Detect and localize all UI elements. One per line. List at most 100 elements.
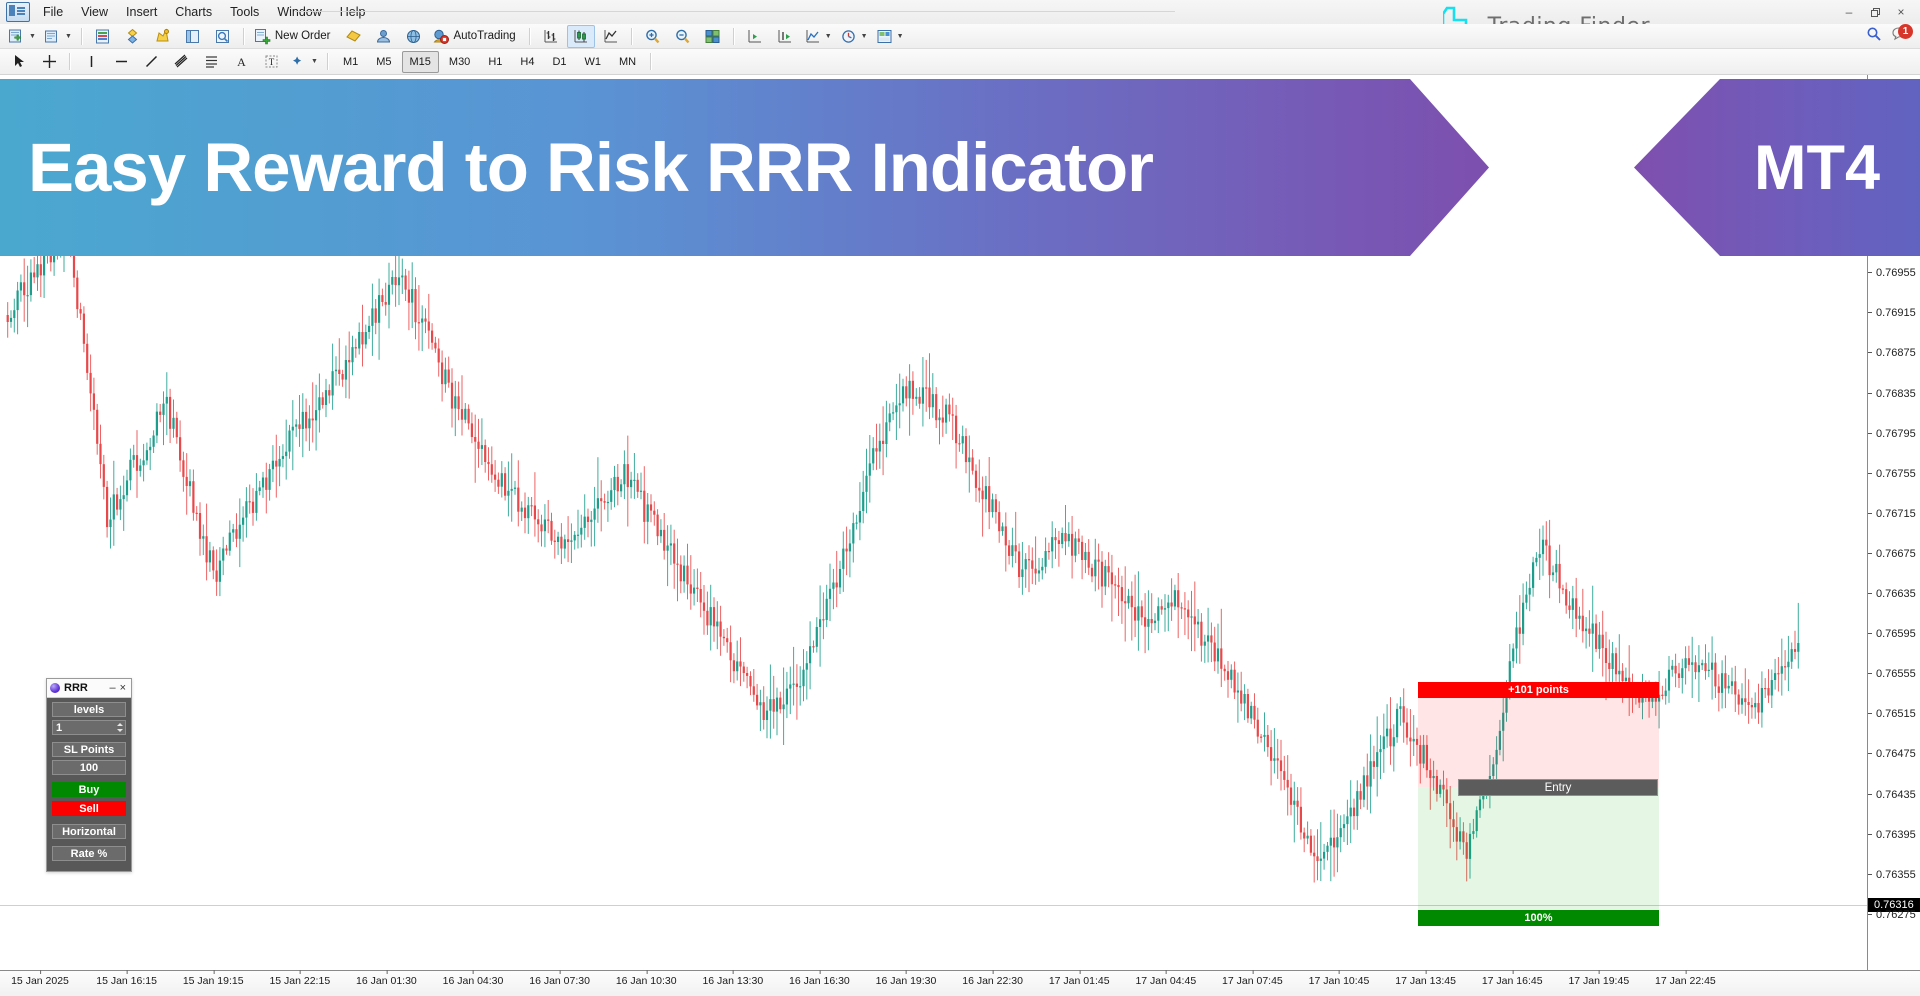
svg-text:T: T xyxy=(268,57,274,67)
reward-zone xyxy=(1418,787,1659,910)
timeframe-mn[interactable]: MN xyxy=(611,51,644,73)
text-tool[interactable]: A xyxy=(227,50,255,73)
menu-item-view[interactable]: View xyxy=(72,2,117,22)
toolbar-separator xyxy=(630,27,633,45)
risk-zone xyxy=(1418,698,1659,787)
restore-button[interactable] xyxy=(1862,3,1888,21)
timeframe-m1[interactable]: M1 xyxy=(335,51,366,73)
time-tick: 16 Jan 22:30 xyxy=(962,970,1023,987)
buy-button[interactable]: Buy xyxy=(52,782,126,797)
navigator-button[interactable] xyxy=(149,25,177,48)
zoom-out-button[interactable] xyxy=(669,25,697,48)
price-tick: 0.76475 xyxy=(1868,747,1920,761)
rrr-minimize-button[interactable]: – xyxy=(107,683,117,694)
periods-button[interactable]: ▼ xyxy=(837,25,871,48)
close-button[interactable]: × xyxy=(1888,3,1914,21)
rrr-panel-titlebar[interactable]: RRR – × xyxy=(47,679,131,698)
toolbar-separator xyxy=(528,27,531,45)
crosshair-tool[interactable] xyxy=(35,50,63,73)
timeframe-h1[interactable]: H1 xyxy=(480,51,510,73)
cursor-tool[interactable] xyxy=(5,50,33,73)
strategy-tester-button[interactable] xyxy=(209,25,237,48)
sl-points-input[interactable]: 100 xyxy=(52,760,126,775)
time-tick: 17 Jan 04:45 xyxy=(1135,970,1197,987)
search-icon[interactable] xyxy=(1866,26,1882,42)
mql5-community-button[interactable] xyxy=(399,25,427,48)
data-window-button[interactable] xyxy=(119,25,147,48)
time-tick: 16 Jan 04:30 xyxy=(442,970,504,987)
time-tick: 15 Jan 22:15 xyxy=(269,970,331,987)
expert-advisors-button[interactable] xyxy=(369,25,397,48)
time-tick: 17 Jan 16:45 xyxy=(1481,970,1543,987)
main-toolbar: ▼ ▼ New Order AutoTrading ▼ ▼ ▼ xyxy=(0,24,1920,49)
bar-chart-button[interactable] xyxy=(537,25,565,48)
time-scale[interactable]: 15 Jan 2025 15 Jan 16:15 15 Jan 19:15 15 Ja… xyxy=(0,970,1920,996)
text-icon: A xyxy=(237,55,246,69)
line-chart-button[interactable] xyxy=(597,25,625,48)
sell-button[interactable]: Sell xyxy=(52,801,126,816)
equidistant-channel-tool[interactable] xyxy=(167,50,195,73)
text-label-tool[interactable]: T xyxy=(257,50,285,73)
time-tick: 17 Jan 13:45 xyxy=(1395,970,1456,987)
menu-item-help[interactable]: Help xyxy=(331,2,375,22)
tile-windows-button[interactable] xyxy=(699,25,727,48)
new-chart-button[interactable]: ▼ xyxy=(5,25,39,48)
time-tick: 17 Jan 01:45 xyxy=(1048,970,1110,987)
rrr-trade-box[interactable]: +101 points 100% Entry xyxy=(1418,682,1659,926)
price-tick: 0.76795 xyxy=(1868,427,1920,441)
profiles-button[interactable]: ▼ xyxy=(41,25,75,48)
shapes-tool[interactable]: ▼ xyxy=(287,50,321,73)
horizontal-button[interactable]: Horizontal xyxy=(52,824,126,839)
menu-item-window[interactable]: Window xyxy=(268,2,330,22)
price-tick: 0.76875 xyxy=(1868,346,1920,360)
svg-text:A: A xyxy=(237,55,246,69)
metatrader-logo-icon xyxy=(6,2,30,22)
autotrading-button[interactable]: AutoTrading xyxy=(429,25,522,48)
stop-loss-band[interactable]: 100% xyxy=(1418,910,1659,926)
metaeditor-button[interactable] xyxy=(339,25,367,48)
timeframe-d1[interactable]: D1 xyxy=(544,51,574,73)
chart-shift-button[interactable] xyxy=(741,25,769,48)
trendline-tool[interactable] xyxy=(137,50,165,73)
menu-item-file[interactable]: File xyxy=(34,2,72,22)
candlestick-chart-button[interactable] xyxy=(566,24,595,48)
rrr-indicator-panel[interactable]: RRR – × levels 1 SL Points 100 Buy Sell … xyxy=(46,678,132,872)
horizontal-line-tool[interactable] xyxy=(107,50,135,73)
toolbar-separator xyxy=(242,27,245,45)
timeframe-h4[interactable]: H4 xyxy=(512,51,542,73)
minimize-button[interactable]: – xyxy=(1836,3,1862,21)
price-tick: 0.76835 xyxy=(1868,387,1920,401)
menu-item-charts[interactable]: Charts xyxy=(166,2,221,22)
new-order-button[interactable]: New Order xyxy=(251,25,338,48)
vertical-line-icon xyxy=(90,56,92,67)
price-tick: 0.76555 xyxy=(1868,667,1920,681)
templates-button[interactable]: ▼ xyxy=(873,25,907,48)
price-tick: 0.76675 xyxy=(1868,547,1920,561)
menu-item-tools[interactable]: Tools xyxy=(221,2,268,22)
autotrading-label: AutoTrading xyxy=(453,30,516,42)
chevron-down-icon: ▼ xyxy=(860,32,868,40)
levels-stepper[interactable]: 1 xyxy=(52,720,126,735)
auto-scroll-button[interactable] xyxy=(771,25,799,48)
timeframe-m15[interactable]: M15 xyxy=(401,50,439,73)
fibonacci-retracement-tool[interactable] xyxy=(197,50,225,73)
rate-percent-button[interactable]: Rate % xyxy=(52,846,126,861)
periods-icon xyxy=(841,29,855,43)
vertical-line-tool[interactable] xyxy=(77,50,105,73)
timeframe-m5[interactable]: M5 xyxy=(368,51,399,73)
terminal-button[interactable] xyxy=(179,25,207,48)
levels-spinner-icon[interactable] xyxy=(115,721,124,734)
menu-item-insert[interactable]: Insert xyxy=(117,2,166,22)
zoom-in-button[interactable] xyxy=(639,25,667,48)
market-watch-button[interactable] xyxy=(89,25,117,48)
price-tick: 0.76955 xyxy=(1868,266,1920,280)
notifications-button[interactable]: 1 xyxy=(1892,24,1913,42)
timeframe-w1[interactable]: W1 xyxy=(577,51,610,73)
indicators-icon xyxy=(806,29,819,42)
timeframe-m30[interactable]: M30 xyxy=(441,51,478,73)
entry-band[interactable]: Entry xyxy=(1458,779,1658,796)
indicators-button[interactable]: ▼ xyxy=(801,25,835,48)
take-profit-band[interactable]: +101 points xyxy=(1418,682,1659,698)
rrr-close-button[interactable]: × xyxy=(118,683,128,694)
data-window-icon xyxy=(128,28,138,44)
